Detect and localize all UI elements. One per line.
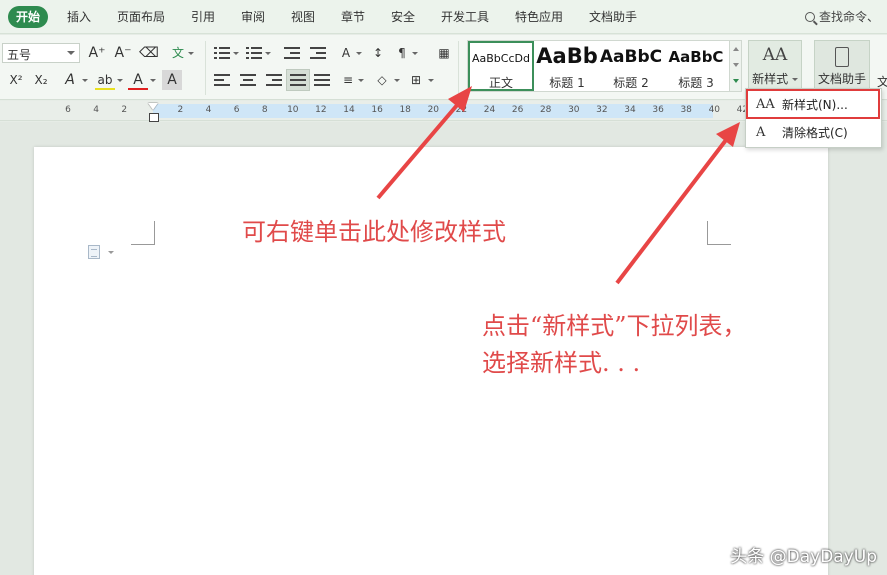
- arrow-right: [615, 138, 728, 285]
- arrow-right-head: [716, 122, 740, 147]
- annotation-new-style-line2: 选择新样式. . .: [482, 349, 641, 377]
- annotation-right-click: 可右键单击此处修改样式: [242, 218, 506, 246]
- arrow-left-head: [448, 86, 472, 112]
- arrow-left: [376, 102, 460, 200]
- watermark: 头条 @DayDayUp: [730, 547, 877, 567]
- annotation-arrows: [376, 86, 740, 285]
- annotation-new-style-line1: 点击“新样式”下拉列表，: [482, 312, 747, 340]
